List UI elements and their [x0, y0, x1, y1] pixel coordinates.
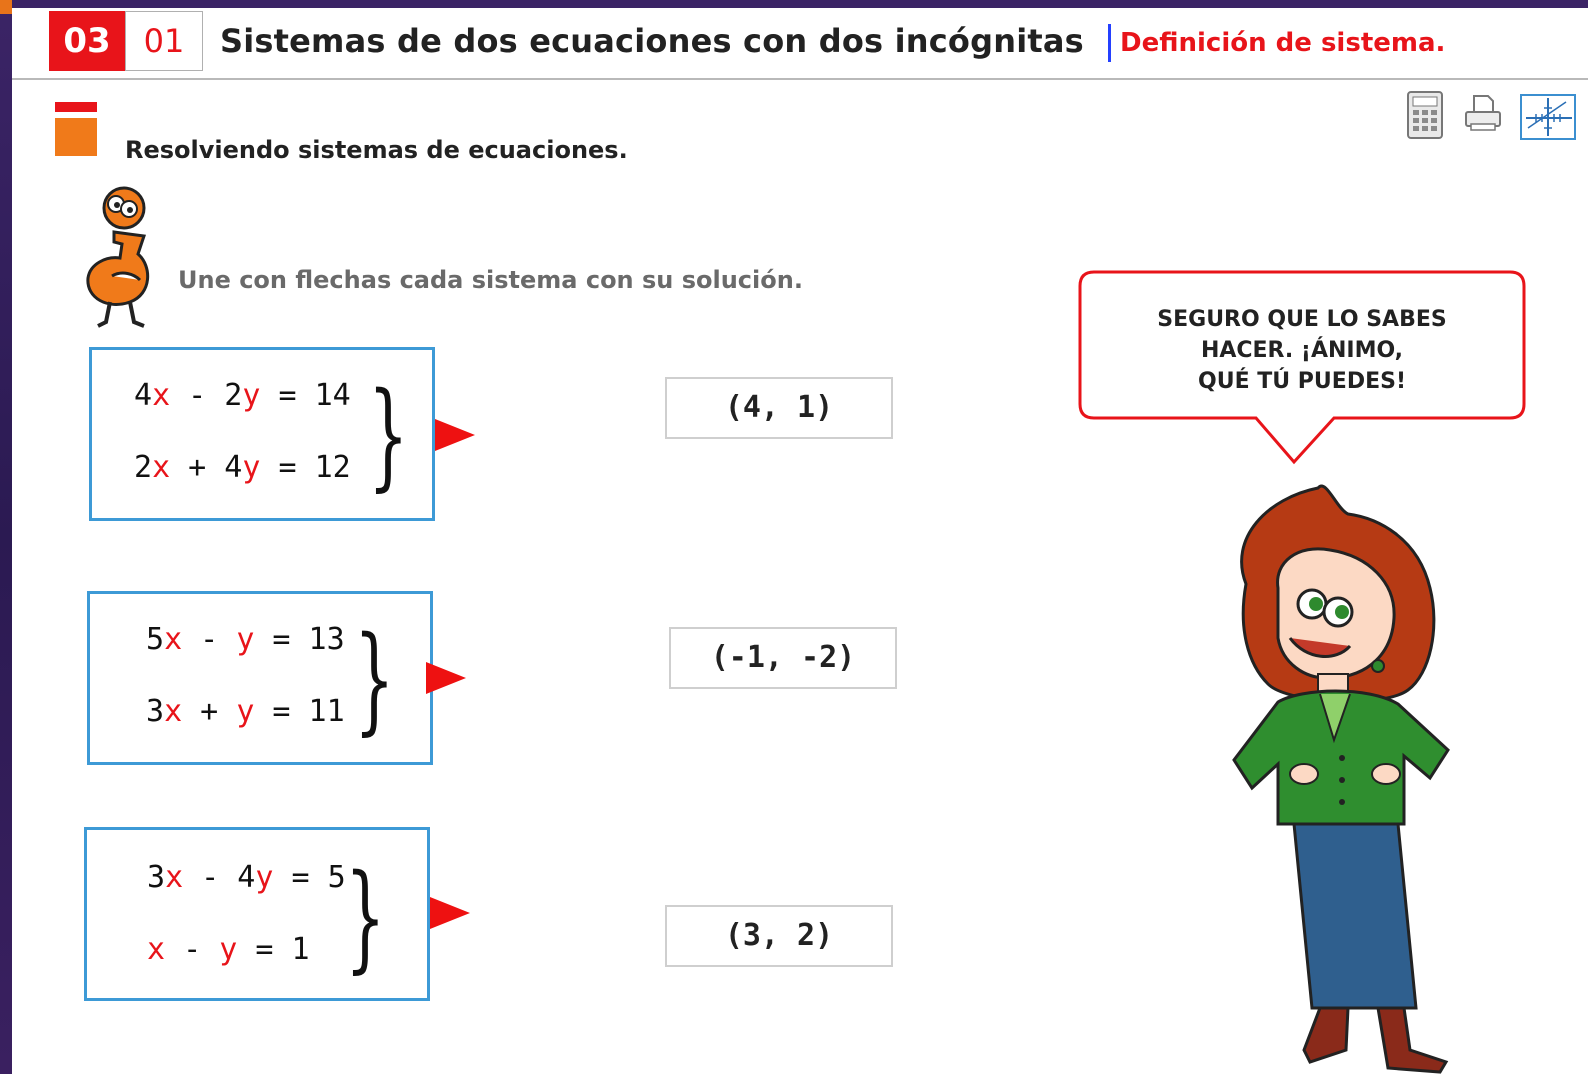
brace-symbol: } [368, 368, 409, 503]
equation-1: 4x - 2y = 14 [134, 378, 351, 413]
window-frame-left [0, 0, 12, 1074]
connector-arrow-3[interactable] [430, 897, 470, 929]
window-frame-corner [0, 0, 12, 14]
solution-box-3[interactable]: (3, 2) [665, 905, 893, 967]
system-box-2[interactable]: 5x - y = 13 3x + y = 11 } [87, 591, 433, 765]
page-subtitle: Definición de sistema. [1120, 28, 1446, 58]
equation-2: 2x + 4y = 12 [134, 450, 351, 485]
lesson-badge: 01 [125, 11, 203, 71]
title-separator [1108, 24, 1111, 62]
window-frame-top [0, 0, 1588, 8]
solution-box-2[interactable]: (-1, -2) [669, 627, 897, 689]
equation-1: 3x - 4y = 5 [147, 860, 346, 895]
section-marker-block [55, 118, 97, 156]
unit-badge: 03 [49, 11, 125, 71]
page-title: Sistemas de dos ecuaciones con dos incóg… [220, 22, 1084, 60]
teacher-character [1208, 478, 1468, 1074]
graph-icon[interactable] [1520, 94, 1576, 140]
connector-arrow-1[interactable] [435, 419, 475, 451]
speech-bubble-text: SEGURO QUE LO SABES HACER. ¡ÁNIMO, QUÉ T… [1157, 307, 1447, 394]
equation-1: 5x - y = 13 [146, 622, 345, 657]
system-box-3[interactable]: 3x - 4y = 5 x - y = 1 } [84, 827, 430, 1001]
brace-symbol: } [354, 612, 395, 747]
connector-arrow-2[interactable] [426, 662, 466, 694]
equation-2: 3x + y = 11 [146, 694, 345, 729]
brace-symbol: } [345, 850, 386, 985]
section-title: Resolviendo sistemas de ecuaciones. [125, 136, 628, 164]
header: 03 01 Sistemas de dos ecuaciones con dos… [12, 8, 1588, 80]
lesson-page: 03 01 Sistemas de dos ecuaciones con dos… [12, 8, 1588, 1074]
calculator-icon[interactable] [1404, 90, 1446, 140]
mascot-character [72, 184, 162, 330]
print-icon[interactable] [1462, 90, 1504, 140]
instruction-text: Une con flechas cada sistema con su solu… [178, 266, 803, 294]
solution-box-1[interactable]: (4, 1) [665, 377, 893, 439]
equation-2: x - y = 1 [147, 932, 310, 967]
system-box-1[interactable]: 4x - 2y = 14 2x + 4y = 12 } [89, 347, 435, 521]
section-marker-bar [55, 102, 97, 112]
